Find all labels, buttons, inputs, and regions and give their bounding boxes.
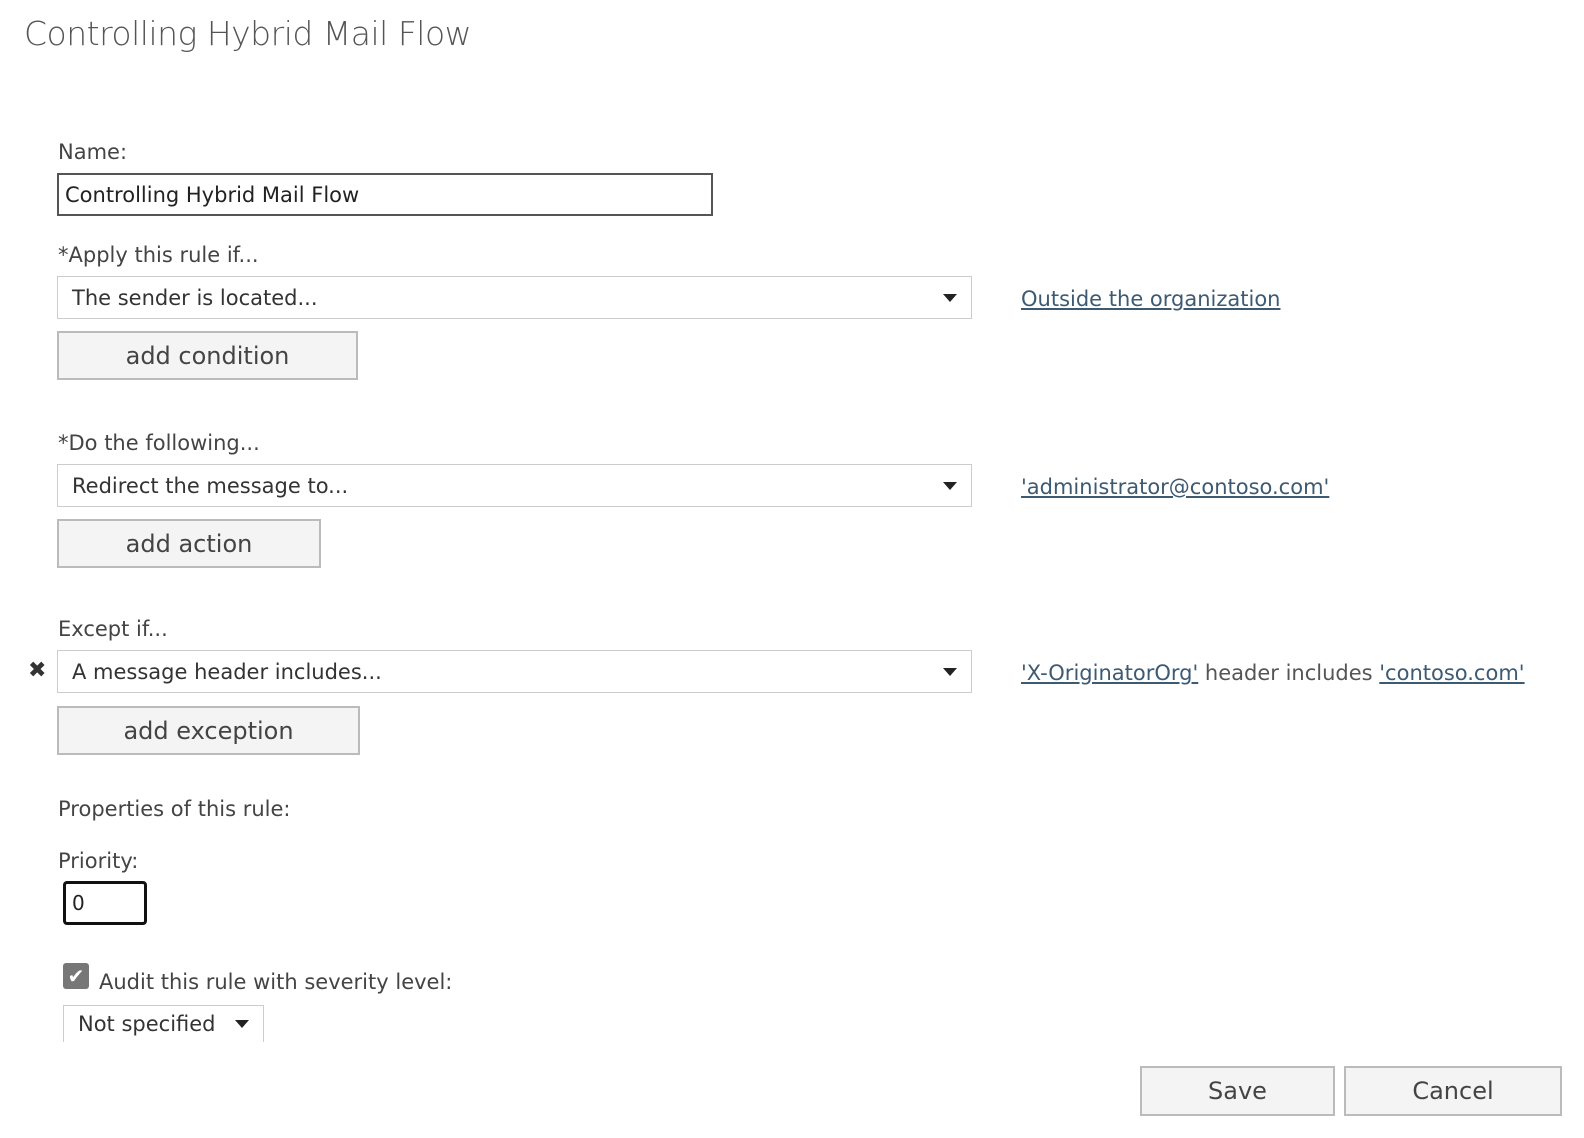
exception-value: 'X-OriginatorOrg' header includes 'conto… <box>1021 661 1525 685</box>
audit-checkbox[interactable]: ✔ <box>63 963 89 989</box>
exception-middle-text: header includes <box>1198 661 1380 685</box>
header-name-link[interactable]: 'X-OriginatorOrg' <box>1021 661 1198 685</box>
audit-label: Audit this rule with severity level: <box>99 970 453 994</box>
page-title: Controlling Hybrid Mail Flow <box>24 14 472 53</box>
remove-exception-icon[interactable]: ✖ <box>28 658 46 683</box>
priority-input[interactable]: 0 <box>63 881 147 925</box>
action-value-link[interactable]: 'administrator@contoso.com' <box>1021 475 1329 499</box>
priority-label: Priority: <box>58 849 139 873</box>
add-action-button[interactable]: add action <box>57 519 321 568</box>
name-label: Name: <box>58 140 128 164</box>
add-exception-button[interactable]: add exception <box>57 706 360 755</box>
chevron-down-icon <box>943 481 957 490</box>
save-button[interactable]: Save <box>1140 1066 1335 1116</box>
add-condition-button[interactable]: add condition <box>57 331 358 380</box>
properties-label: Properties of this rule: <box>58 797 291 821</box>
name-value: Controlling Hybrid Mail Flow <box>65 182 360 207</box>
header-value-link[interactable]: 'contoso.com' <box>1379 661 1524 685</box>
cancel-button[interactable]: Cancel <box>1344 1066 1562 1116</box>
action-selected: Redirect the message to... <box>72 473 349 498</box>
condition-label: *Apply this rule if... <box>58 243 259 267</box>
condition-select[interactable]: The sender is located... <box>57 276 972 319</box>
chevron-down-icon <box>943 667 957 676</box>
action-label: *Do the following... <box>58 431 260 455</box>
name-input[interactable]: Controlling Hybrid Mail Flow <box>57 173 713 216</box>
chevron-down-icon <box>943 293 957 302</box>
condition-selected: The sender is located... <box>72 285 318 310</box>
exception-select[interactable]: A message header includes... <box>57 650 972 693</box>
condition-value-link[interactable]: Outside the organization <box>1021 287 1281 311</box>
chevron-down-icon <box>235 1020 249 1028</box>
exception-label: Except if... <box>58 617 168 641</box>
action-select[interactable]: Redirect the message to... <box>57 464 972 507</box>
priority-value: 0 <box>72 891 85 915</box>
severity-selected: Not specified <box>78 1012 216 1036</box>
severity-select[interactable]: Not specified <box>63 1005 264 1042</box>
exception-selected: A message header includes... <box>72 659 382 684</box>
